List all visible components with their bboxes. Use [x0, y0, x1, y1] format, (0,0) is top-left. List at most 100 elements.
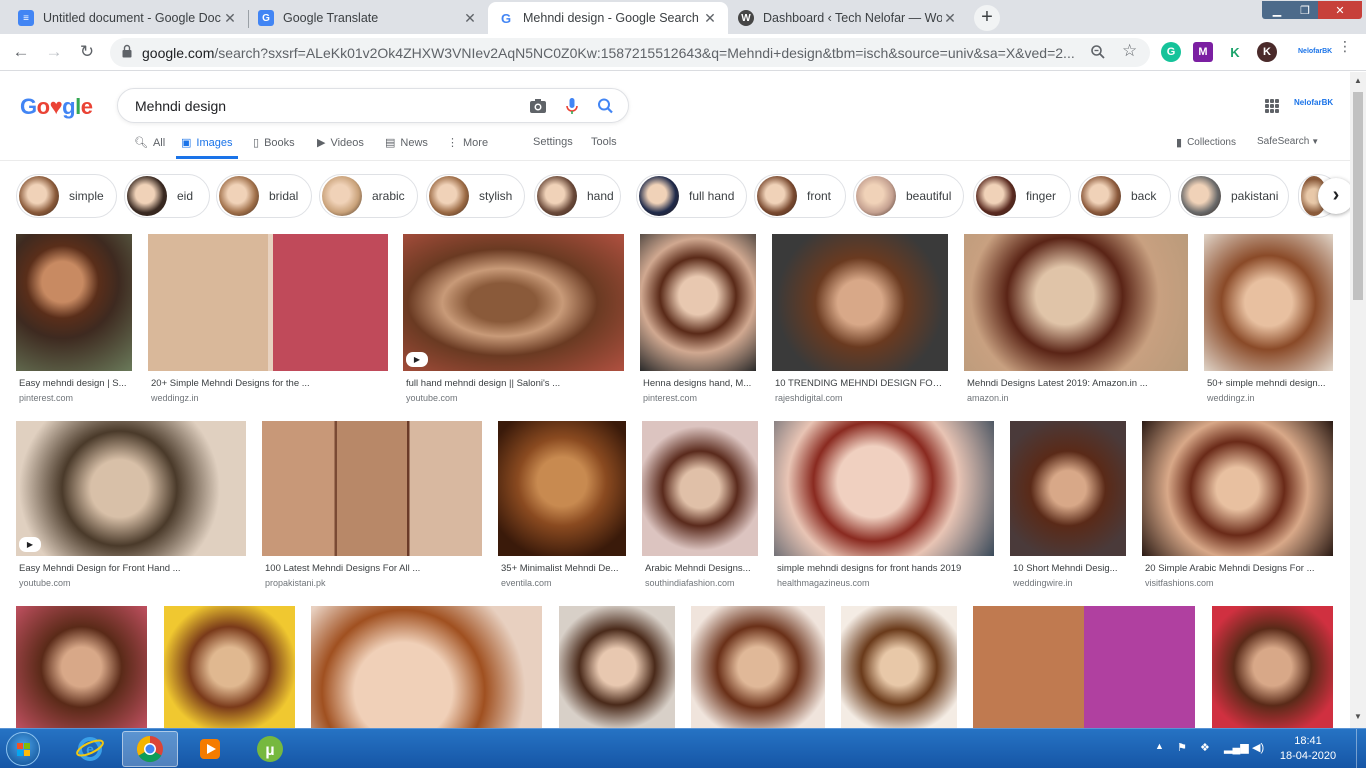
show-hidden-icons[interactable]: ▲	[1155, 741, 1164, 751]
chip-arabic[interactable]: arabic	[319, 174, 418, 218]
back-icon[interactable]: ←	[9, 40, 33, 64]
search-box[interactable]: Mehndi design	[117, 88, 629, 123]
profile-tag[interactable]: NelofarBK	[1298, 48, 1332, 55]
nav-all[interactable]: 🔍︎ All	[134, 136, 165, 150]
flag-icon[interactable]: ⚑	[1177, 741, 1187, 754]
result-source[interactable]: weddingz.in	[151, 393, 199, 403]
result-caption[interactable]: Henna designs hand, M...	[643, 378, 755, 389]
result-caption[interactable]: 20 Simple Arabic Mehndi Designs For ...	[1145, 563, 1332, 574]
forward-icon[interactable]: →	[42, 40, 66, 64]
new-tab-button[interactable]: +	[974, 5, 1000, 31]
minimize-button[interactable]: ▁	[1262, 1, 1292, 19]
close-tab-icon[interactable]: ✕	[462, 10, 478, 27]
result-caption[interactable]: Easy mehndi design | S...	[19, 378, 131, 389]
microphone-icon[interactable]	[562, 97, 582, 115]
result-image[interactable]	[1212, 606, 1333, 728]
extension-m-icon[interactable]: M	[1193, 42, 1213, 62]
image-result[interactable]	[1212, 606, 1333, 728]
apps-grid-icon[interactable]	[1265, 99, 1279, 113]
tab-wordpress-dashboard[interactable]: W Dashboard ‹ Tech Nelofar — Wo ✕	[728, 2, 968, 34]
chip-pakistani[interactable]: pakistani	[1178, 174, 1289, 218]
result-source[interactable]: southindiafashion.com	[645, 578, 735, 588]
tab-google-search[interactable]: G Mehndi design - Google Search ✕	[488, 2, 728, 34]
image-result[interactable]: Henna designs hand, M... pinterest.com	[640, 234, 756, 407]
tab-google-docs[interactable]: ≡ Untitled document - Google Doc ✕	[8, 2, 248, 34]
tools-link[interactable]: Tools	[591, 136, 617, 148]
volume-icon[interactable]: ◀)	[1252, 741, 1264, 754]
result-image[interactable]	[973, 606, 1195, 728]
result-caption[interactable]: 50+ simple mehndi design...	[1207, 378, 1332, 389]
chip-full-hand[interactable]: full hand	[636, 174, 747, 218]
result-image[interactable]	[774, 421, 994, 556]
result-source[interactable]: visitfashions.com	[1145, 578, 1214, 588]
maximize-button[interactable]: ❐	[1292, 1, 1318, 19]
google-logo[interactable]: Go♥gle	[20, 94, 93, 120]
image-result[interactable]	[559, 606, 675, 728]
result-image[interactable]	[559, 606, 675, 728]
result-image[interactable]	[1142, 421, 1333, 556]
settings-link[interactable]: Settings	[533, 136, 573, 148]
result-source[interactable]: youtube.com	[406, 393, 458, 403]
result-source[interactable]: weddingz.in	[1207, 393, 1255, 403]
result-image[interactable]	[16, 606, 147, 728]
search-input[interactable]: Mehndi design	[135, 98, 226, 114]
network-signal-icon[interactable]: ▂▄▆	[1224, 741, 1249, 754]
media-player-icon[interactable]	[182, 731, 238, 767]
image-result[interactable]	[973, 606, 1195, 728]
close-tab-icon[interactable]: ✕	[942, 10, 958, 27]
result-source[interactable]: amazon.in	[967, 393, 1009, 403]
image-result[interactable]: simple mehndi designs for front hands 20…	[774, 421, 994, 592]
chip-bridal[interactable]: bridal	[216, 174, 312, 218]
result-image[interactable]	[498, 421, 626, 556]
image-result[interactable]: ▶ Easy Mehndi Design for Front Hand ... yo…	[16, 421, 246, 592]
collections-link[interactable]: ▮ Collections	[1176, 136, 1236, 149]
result-source[interactable]: eventila.com	[501, 578, 552, 588]
start-button[interactable]	[6, 732, 40, 766]
result-source[interactable]: weddingwire.in	[1013, 578, 1073, 588]
result-image[interactable]	[1010, 421, 1126, 556]
grammarly-icon[interactable]: G	[1161, 42, 1181, 62]
chip-eid[interactable]: eid	[124, 174, 210, 218]
result-source[interactable]: healthmagazineus.com	[777, 578, 870, 588]
address-bar[interactable]: google.com/search?sxsrf=ALeKk01v2Ok4ZHXW…	[110, 38, 1150, 67]
menu-icon[interactable]: ⋮	[1338, 39, 1352, 53]
keepa-icon[interactable]: K	[1225, 42, 1245, 62]
chrome-icon[interactable]	[122, 731, 178, 767]
result-source[interactable]: youtube.com	[19, 578, 71, 588]
image-result[interactable]: 50+ simple mehndi design... weddingz.in	[1204, 234, 1333, 407]
close-tab-icon[interactable]: ✕	[702, 10, 718, 27]
result-image[interactable]	[311, 606, 542, 728]
result-caption[interactable]: 10 Short Mehndi Desig...	[1013, 563, 1125, 574]
result-source[interactable]: pinterest.com	[19, 393, 73, 403]
vertical-scrollbar[interactable]: ▲ ▼	[1350, 72, 1366, 728]
search-icon[interactable]	[596, 97, 616, 115]
result-image[interactable]	[772, 234, 948, 371]
close-tab-icon[interactable]: ✕	[222, 10, 238, 27]
result-image[interactable]	[642, 421, 758, 556]
result-image[interactable]	[16, 421, 246, 556]
image-result[interactable]: Mehndi Designs Latest 2019: Amazon.in ..…	[964, 234, 1188, 407]
chips-next-button[interactable]: ›	[1318, 178, 1354, 214]
show-desktop-button[interactable]	[1356, 729, 1366, 768]
close-window-button[interactable]: ✕	[1318, 1, 1362, 19]
scroll-down-icon[interactable]: ▼	[1354, 712, 1362, 721]
safesearch-dropdown[interactable]: SafeSearch ▼	[1257, 136, 1319, 147]
result-caption[interactable]: simple mehndi designs for front hands 20…	[777, 563, 993, 574]
nav-more[interactable]: ⋮ More	[447, 136, 488, 150]
chip-back[interactable]: back	[1078, 174, 1171, 218]
image-result[interactable]: 100 Latest Mehndi Designs For All ... pro…	[262, 421, 482, 592]
image-result[interactable]: 20 Simple Arabic Mehndi Designs For ... v…	[1142, 421, 1333, 592]
chip-simple[interactable]: simple	[16, 174, 117, 218]
image-result[interactable]	[691, 606, 825, 728]
reload-icon[interactable]: ↻	[75, 40, 99, 64]
result-image[interactable]	[640, 234, 756, 371]
result-source[interactable]: pinterest.com	[643, 393, 697, 403]
internet-explorer-icon[interactable]: e	[62, 731, 118, 767]
image-result[interactable]	[164, 606, 295, 728]
scrollbar-thumb[interactable]	[1353, 92, 1363, 300]
result-image[interactable]	[691, 606, 825, 728]
result-image[interactable]	[148, 234, 388, 371]
result-caption[interactable]: 20+ Simple Mehndi Designs for the ...	[151, 378, 387, 389]
chip-beautiful[interactable]: beautiful	[853, 174, 964, 218]
image-result[interactable]	[841, 606, 957, 728]
